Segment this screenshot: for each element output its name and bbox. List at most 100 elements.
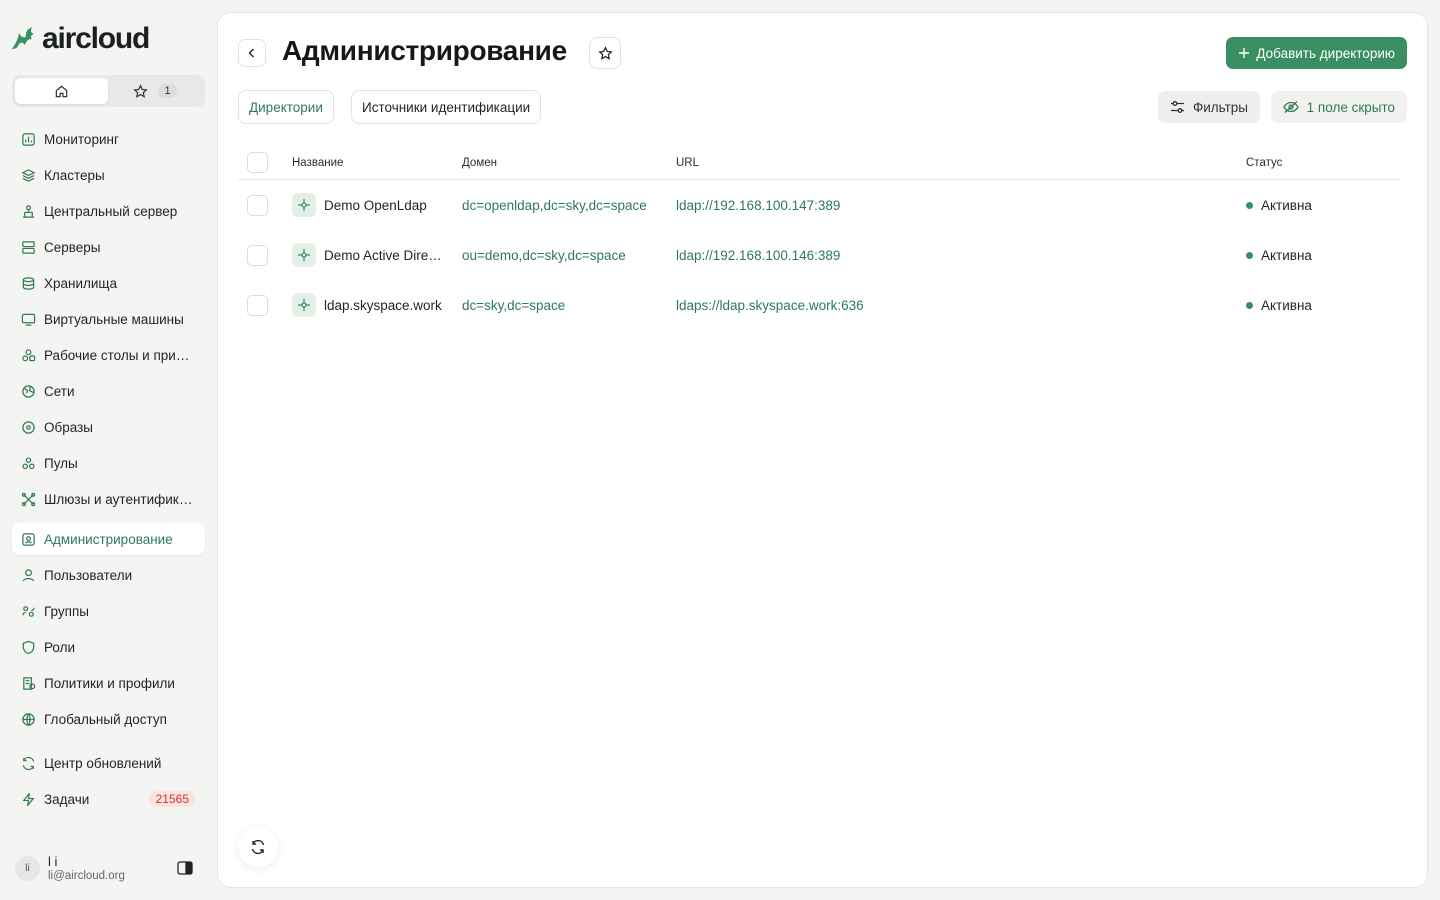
add-directory-button[interactable]: Добавить директорию — [1226, 37, 1407, 69]
sidebar-item-0[interactable]: Мониторинг — [12, 123, 205, 155]
back-button[interactable] — [238, 39, 266, 67]
directory-icon — [292, 243, 316, 267]
sidebar-item-label: Группы — [44, 603, 89, 619]
status-badge: Активна — [1261, 197, 1312, 213]
logo-text: aircloud — [42, 22, 150, 55]
policy-icon — [21, 676, 36, 691]
filters-label: Фильтры — [1192, 99, 1248, 115]
gateway-icon — [21, 492, 36, 507]
status-badge: Активна — [1261, 247, 1312, 263]
refresh-icon — [251, 839, 265, 855]
table-row[interactable]: Demo OpenLdap dc=openldap,dc=sky,dc=space… — [238, 180, 1401, 230]
row-checkbox[interactable] — [247, 294, 268, 316]
directory-name[interactable]: Demo Active Directory — [324, 248, 444, 263]
sidebar-item-14[interactable]: Роли — [12, 631, 205, 663]
hidden-fields-label: 1 поле скрыто — [1306, 99, 1395, 115]
chevron-left-icon — [248, 48, 254, 58]
sidebar-item-16[interactable]: Глобальный доступ — [12, 703, 205, 735]
sidebar-item-8[interactable]: Образы — [12, 411, 205, 443]
tasks-count-badge: 21565 — [148, 791, 196, 807]
user-email: li@aircloud.org — [48, 869, 125, 882]
status-dot — [1246, 301, 1253, 309]
row-checkbox[interactable] — [247, 194, 268, 216]
sidebar-item-4[interactable]: Хранилища — [12, 267, 205, 299]
logo[interactable]: aircloud — [10, 22, 150, 56]
sidebar-item-label: Администрирование — [44, 531, 173, 547]
shapes-icon — [21, 348, 36, 363]
sidebar-item-3[interactable]: Серверы — [12, 231, 205, 263]
refresh-button[interactable] — [238, 827, 278, 867]
home-icon — [55, 85, 68, 97]
sidebar-item-15[interactable]: Политики и профили — [12, 667, 205, 699]
database-icon — [21, 276, 36, 291]
sidebar-item-12[interactable]: Пользователи — [12, 559, 205, 591]
directory-url[interactable]: ldaps://ldap.skyspace.work:636 — [676, 280, 864, 330]
select-all-checkbox[interactable] — [247, 152, 268, 173]
directory-url[interactable]: ldap://192.168.100.147:389 — [676, 180, 840, 230]
sidebar-item-9[interactable]: Пулы — [12, 447, 205, 479]
central-server-icon — [21, 204, 36, 219]
column-header-name[interactable]: Название — [292, 146, 343, 179]
sidebar-item-label: Пользователи — [44, 567, 133, 583]
page-title: Администрирование — [282, 35, 567, 66]
globe-network-icon — [21, 384, 36, 399]
sidebar-item-11[interactable]: Администрирование — [12, 523, 205, 555]
directory-domain: dc=openldap,dc=sky,dc=space — [462, 197, 647, 213]
sidebar-item-label: Сети — [44, 383, 75, 399]
tab-directories[interactable]: Директории — [238, 90, 334, 124]
logo-bird-icon — [12, 27, 34, 49]
server-icon — [21, 240, 36, 255]
sliders-icon — [1170, 101, 1184, 113]
sidebar-item-6[interactable]: Рабочие столы и приложения — [12, 339, 205, 371]
sidebar-item-13[interactable]: Группы — [12, 595, 205, 627]
directory-name[interactable]: ldap.skyspace.work — [324, 298, 442, 313]
sidebar-item-1[interactable]: Кластеры — [12, 159, 205, 191]
column-header-domain[interactable]: Домен — [462, 146, 497, 179]
sidebar-item-label: Мониторинг — [44, 131, 119, 147]
sidebar-toggle-icon[interactable] — [177, 861, 193, 875]
status-dot — [1246, 251, 1253, 259]
group-icon — [21, 604, 36, 619]
sidebar-item-2[interactable]: Центральный сервер — [12, 195, 205, 227]
column-header-status[interactable]: Статус — [1246, 146, 1282, 179]
home-view-button[interactable] — [15, 78, 108, 104]
avatar: li — [15, 855, 40, 881]
directory-name[interactable]: Demo OpenLdap — [324, 198, 427, 213]
user-profile[interactable]: li l i li@aircloud.org — [15, 852, 205, 884]
sidebar-item-label: Виртуальные машины — [44, 311, 184, 327]
row-checkbox[interactable] — [247, 244, 268, 266]
hidden-fields-button[interactable]: 1 поле скрыто — [1270, 91, 1407, 123]
filters-button[interactable]: Фильтры — [1157, 91, 1260, 123]
sidebar-item-18[interactable]: Задачи 21565 — [12, 783, 205, 815]
table-row[interactable]: ldap.skyspace.work dc=sky,dc=space ldaps:/… — [238, 280, 1401, 330]
directory-icon — [292, 193, 316, 217]
table-header: Название Домен URL Статус — [238, 146, 1401, 180]
refresh-icon — [21, 756, 36, 771]
star-icon — [597, 45, 613, 60]
sidebar-item-label: Политики и профили — [44, 675, 175, 691]
user-icon — [21, 568, 36, 583]
tab-identity-sources[interactable]: Источники идентификации — [351, 90, 542, 124]
sidebar-item-label: Хранилища — [44, 275, 118, 291]
sidebar-item-7[interactable]: Сети — [12, 375, 205, 407]
sidebar-item-label: Центральный сервер — [44, 203, 178, 219]
globe-icon — [21, 712, 36, 727]
favorite-button[interactable] — [589, 37, 621, 69]
favorites-view-button[interactable]: 1 — [108, 78, 202, 104]
lightning-icon — [21, 792, 36, 807]
view-toggle: 1 — [12, 75, 205, 107]
sidebar-item-label: Кластеры — [44, 167, 105, 183]
sidebar-item-10[interactable]: Шлюзы и аутентификация — [12, 483, 205, 515]
directory-domain: ou=demo,dc=sky,dc=space — [462, 247, 626, 263]
table-row[interactable]: Demo Active Directory ou=demo,dc=sky,dc=s… — [238, 230, 1401, 280]
main-panel: Администрирование Добавить директорию Ди… — [217, 12, 1428, 888]
plus-icon — [1239, 48, 1250, 58]
sidebar: aircloud 1 Мониторинг Кластеры Центральный… — [0, 0, 217, 900]
column-header-url[interactable]: URL — [676, 146, 699, 179]
shield-icon — [21, 640, 36, 655]
layers-icon — [21, 168, 36, 183]
sidebar-item-5[interactable]: Виртуальные машины — [12, 303, 205, 335]
sidebar-item-17[interactable]: Центр обновлений — [12, 747, 205, 779]
directory-url[interactable]: ldap://192.168.100.146:389 — [676, 230, 840, 280]
sidebar-item-label: Глобальный доступ — [44, 711, 167, 727]
